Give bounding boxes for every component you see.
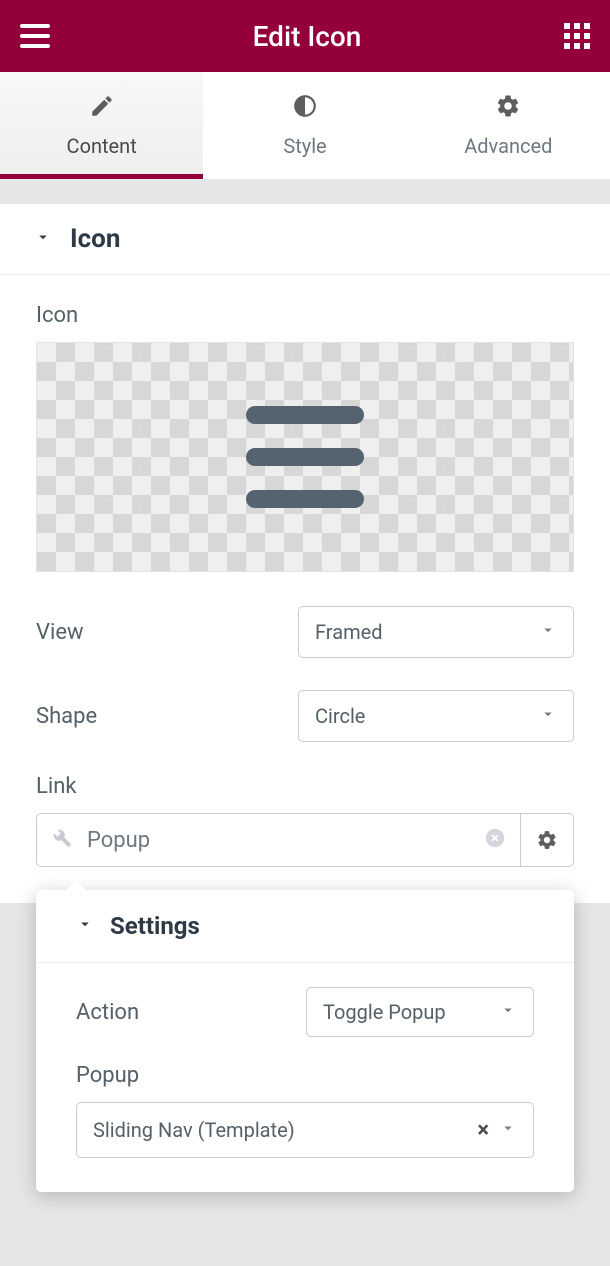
editor-header: Edit Icon <box>0 0 610 72</box>
icon-preview[interactable] <box>36 342 574 572</box>
link-value: Popup <box>87 828 470 853</box>
shape-label: Shape <box>36 704 97 729</box>
content-panel: Icon Icon View Framed Shape Circle Link <box>0 204 610 903</box>
pencil-icon <box>89 93 115 124</box>
section-title: Icon <box>70 224 120 254</box>
wrench-icon <box>51 827 73 853</box>
chevron-down-icon <box>499 1118 517 1142</box>
gear-icon <box>495 93 521 124</box>
icon-field-label: Icon <box>36 303 574 328</box>
popover-header[interactable]: Settings <box>36 890 574 963</box>
chevron-down-icon <box>539 620 557 644</box>
action-label: Action <box>76 1000 139 1025</box>
tab-label: Content <box>67 134 137 158</box>
select-value: Sliding Nav (Template) <box>93 1118 477 1142</box>
caret-down-icon <box>34 228 52 250</box>
tab-advanced[interactable]: Advanced <box>407 72 610 179</box>
link-settings-button[interactable] <box>520 813 574 867</box>
popup-select[interactable]: Sliding Nav (Template) × <box>76 1102 534 1158</box>
view-select[interactable]: Framed <box>298 606 574 658</box>
action-select[interactable]: Toggle Popup <box>306 987 534 1037</box>
clear-icon[interactable] <box>484 827 506 853</box>
popover-title: Settings <box>110 912 200 940</box>
view-label: View <box>36 620 84 645</box>
select-value: Circle <box>315 704 365 728</box>
select-value: Framed <box>315 620 383 644</box>
apps-grid-icon[interactable] <box>564 23 590 49</box>
tab-style[interactable]: Style <box>203 72 406 179</box>
shape-select[interactable]: Circle <box>298 690 574 742</box>
remove-icon[interactable]: × <box>477 1118 489 1143</box>
caret-down-icon <box>76 915 94 937</box>
tab-label: Advanced <box>464 134 552 158</box>
chevron-down-icon <box>499 1000 517 1024</box>
chevron-down-icon <box>539 704 557 728</box>
tab-label: Style <box>283 134 326 158</box>
link-input[interactable]: Popup <box>36 813 520 867</box>
link-label: Link <box>36 774 574 799</box>
menu-icon[interactable] <box>20 24 50 48</box>
contrast-icon <box>292 93 318 124</box>
popup-label: Popup <box>76 1063 534 1088</box>
header-title: Edit Icon <box>50 20 564 53</box>
section-header-icon[interactable]: Icon <box>0 204 610 275</box>
hamburger-icon <box>246 406 364 508</box>
select-value: Toggle Popup <box>323 1000 446 1024</box>
editor-tabs: Content Style Advanced <box>0 72 610 180</box>
tab-content[interactable]: Content <box>0 72 203 179</box>
link-settings-popover: Settings Action Toggle Popup Popup Slidi… <box>36 890 574 1192</box>
